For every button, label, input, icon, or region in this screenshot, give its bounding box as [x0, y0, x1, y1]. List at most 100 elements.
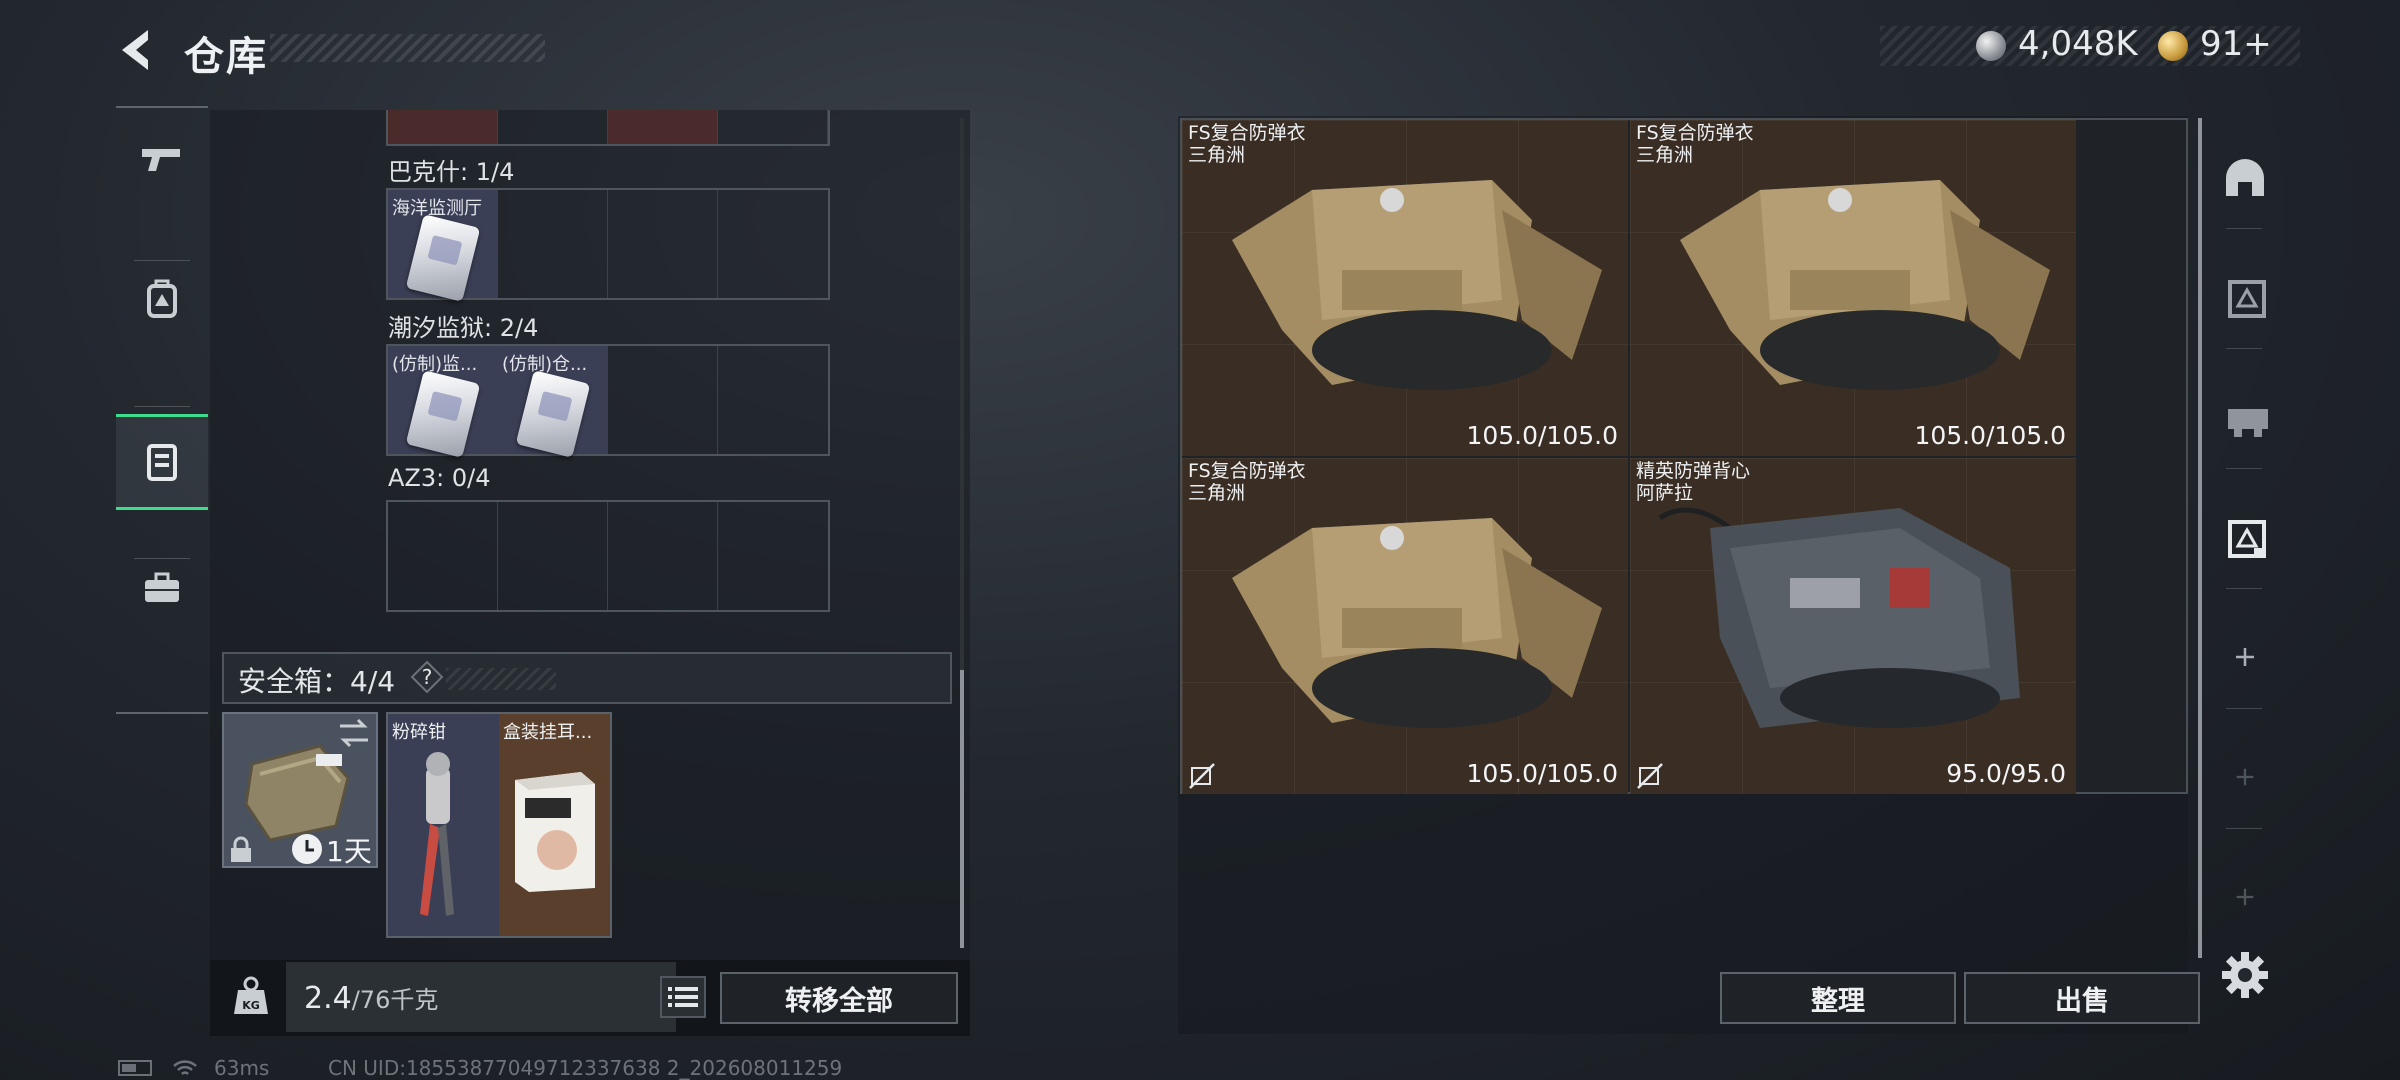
- plus-icon: [2236, 768, 2254, 786]
- nav-storage[interactable]: [116, 414, 208, 510]
- sell-button[interactable]: 出售: [1964, 972, 2200, 1024]
- empty-slot[interactable]: [498, 502, 608, 610]
- briefcase-icon: [145, 572, 179, 602]
- gold-amount[interactable]: 91+: [2200, 24, 2272, 64]
- body-armor-icon: [1680, 180, 2050, 390]
- empty-slot[interactable]: [388, 502, 498, 610]
- help-mark: ?: [422, 665, 433, 689]
- toolbar-divider: [2226, 468, 2262, 469]
- inventory-item[interactable]: FS复合防弹衣 三角洲 105.0/105.0: [1630, 120, 2076, 456]
- keycard-icon: [405, 370, 481, 458]
- inventory-grid: FS复合防弹衣 三角洲 105.0/105.0 FS复合防弹衣 三角洲 105.…: [1180, 118, 2188, 794]
- empty-slot[interactable]: [608, 190, 718, 298]
- nav-weapons[interactable]: [116, 112, 208, 208]
- item-slot[interactable]: 粉碎钳: [388, 714, 499, 936]
- safebox-label: 安全箱：4/4: [238, 665, 396, 698]
- chest-rig-icon: [2228, 409, 2268, 437]
- item-name: FS复合防弹衣: [1188, 460, 1306, 482]
- item-slot[interactable]: 盒装挂耳...: [499, 714, 610, 936]
- plus-icon: [2236, 648, 2254, 666]
- page-title: 仓库: [184, 34, 268, 80]
- storage-scrollbar-thumb[interactable]: [960, 670, 964, 948]
- sort-button[interactable]: 整理: [1720, 972, 1956, 1024]
- transfer-all-button[interactable]: 转移全部: [720, 972, 958, 1024]
- wifi-icon: [173, 1060, 197, 1075]
- inventory-item[interactable]: 精英防弹背心 阿萨拉 95.0/95.0: [1630, 458, 2076, 794]
- item-slot[interactable]: (仿制)仓...: [498, 346, 608, 458]
- safebox-timer: 1天: [326, 835, 372, 868]
- empty-slot[interactable]: [608, 346, 718, 454]
- add-tab-button[interactable]: [2214, 866, 2276, 928]
- empty-slot[interactable]: [608, 502, 718, 610]
- safebox-item-grid: 粉碎钳 盒装挂耳...: [386, 712, 612, 938]
- item-durability: 105.0/105.0: [1914, 421, 2066, 450]
- keycard-icon: [515, 370, 591, 458]
- item-durability: 95.0/95.0: [1946, 759, 2066, 788]
- helmet-icon: [2226, 159, 2264, 196]
- item-label: 海洋监测厅: [392, 198, 482, 219]
- toolbar-divider: [2226, 348, 2262, 349]
- list-view-button[interactable]: [660, 976, 706, 1018]
- plus-icon: [2236, 888, 2254, 906]
- body-armor-icon: [1232, 180, 1602, 390]
- weight-text: 2.4/76千克: [304, 980, 438, 1016]
- item-label: (仿制)仓...: [502, 354, 588, 375]
- battery-icon: [118, 1060, 152, 1076]
- empty-slot[interactable]: [718, 346, 828, 454]
- pistol-icon: [142, 149, 180, 171]
- nav-case[interactable]: [116, 540, 208, 636]
- toolbar-divider: [2226, 828, 2262, 829]
- case-label: AZ3: 0/4: [388, 464, 491, 492]
- gold-coin-icon: [2158, 31, 2188, 61]
- pliers-icon: [420, 752, 454, 916]
- inventory-item[interactable]: FS复合防弹衣 三角洲 105.0/105.0: [1182, 120, 1628, 456]
- armor-tier-icon: [2228, 280, 2266, 318]
- nav-equipment[interactable]: [116, 250, 208, 346]
- add-tab-button[interactable]: [2214, 626, 2276, 688]
- filter-armor-selected[interactable]: [2214, 506, 2276, 568]
- item-label: (仿制)监...: [392, 354, 478, 375]
- filter-armor[interactable]: [2214, 266, 2276, 328]
- item-name: FS复合防弹衣: [1188, 122, 1306, 144]
- elite-vest-icon: [1658, 507, 2020, 728]
- help-icon[interactable]: ?: [410, 660, 444, 694]
- empty-slot[interactable]: [718, 190, 828, 298]
- toolbar-divider: [2226, 228, 2262, 229]
- item-durability: 105.0/105.0: [1466, 759, 1618, 788]
- left-nav: [116, 106, 208, 714]
- silver-amount: 4,048K: [2018, 24, 2138, 64]
- case-grid: 海洋监测厅: [386, 188, 830, 302]
- weight-current: 2.4: [304, 981, 352, 1016]
- clock-icon: [292, 834, 322, 864]
- coffee-box-icon: [515, 772, 595, 892]
- back-arrow-icon[interactable]: [112, 24, 160, 76]
- item-name: FS复合防弹衣: [1636, 122, 1754, 144]
- safebox-decoration: [446, 668, 556, 690]
- partial-case-grid: [386, 110, 830, 146]
- inventory-item[interactable]: FS复合防弹衣 三角洲 105.0/105.0: [1182, 458, 1628, 794]
- swap-icon[interactable]: [334, 716, 374, 750]
- gear-icon[interactable]: [2220, 950, 2270, 1000]
- title-decoration: [270, 34, 545, 62]
- backpack-icon: [147, 279, 177, 318]
- armor-tier-icon: [2228, 520, 2266, 558]
- item-durability: 105.0/105.0: [1466, 421, 1618, 450]
- filter-helmet[interactable]: [2214, 146, 2276, 208]
- filter-rig[interactable]: [2214, 386, 2276, 448]
- empty-slot[interactable]: [498, 190, 608, 298]
- lock-icon: [231, 836, 251, 862]
- add-tab-button[interactable]: [2214, 746, 2276, 808]
- item-slot[interactable]: (仿制)监...: [388, 346, 498, 458]
- body-armor-icon: [1232, 518, 1602, 728]
- case-grid: (仿制)监... (仿制)仓...: [386, 344, 830, 458]
- ping-readout: 63ms: [214, 1056, 270, 1080]
- nav-divider: [134, 406, 190, 407]
- case-label: 巴克什: 1/4: [388, 158, 515, 186]
- inventory-scrollbar[interactable]: [2198, 118, 2202, 958]
- weight-icon: KG: [234, 976, 268, 1014]
- list-icon: [668, 987, 698, 1007]
- uid-readout: CN UID:18553877049712337638 2_2026080112…: [328, 1056, 843, 1080]
- item-label: 盒装挂耳...: [503, 722, 593, 743]
- empty-slot[interactable]: [718, 502, 828, 610]
- item-slot[interactable]: 海洋监测厅: [388, 190, 498, 302]
